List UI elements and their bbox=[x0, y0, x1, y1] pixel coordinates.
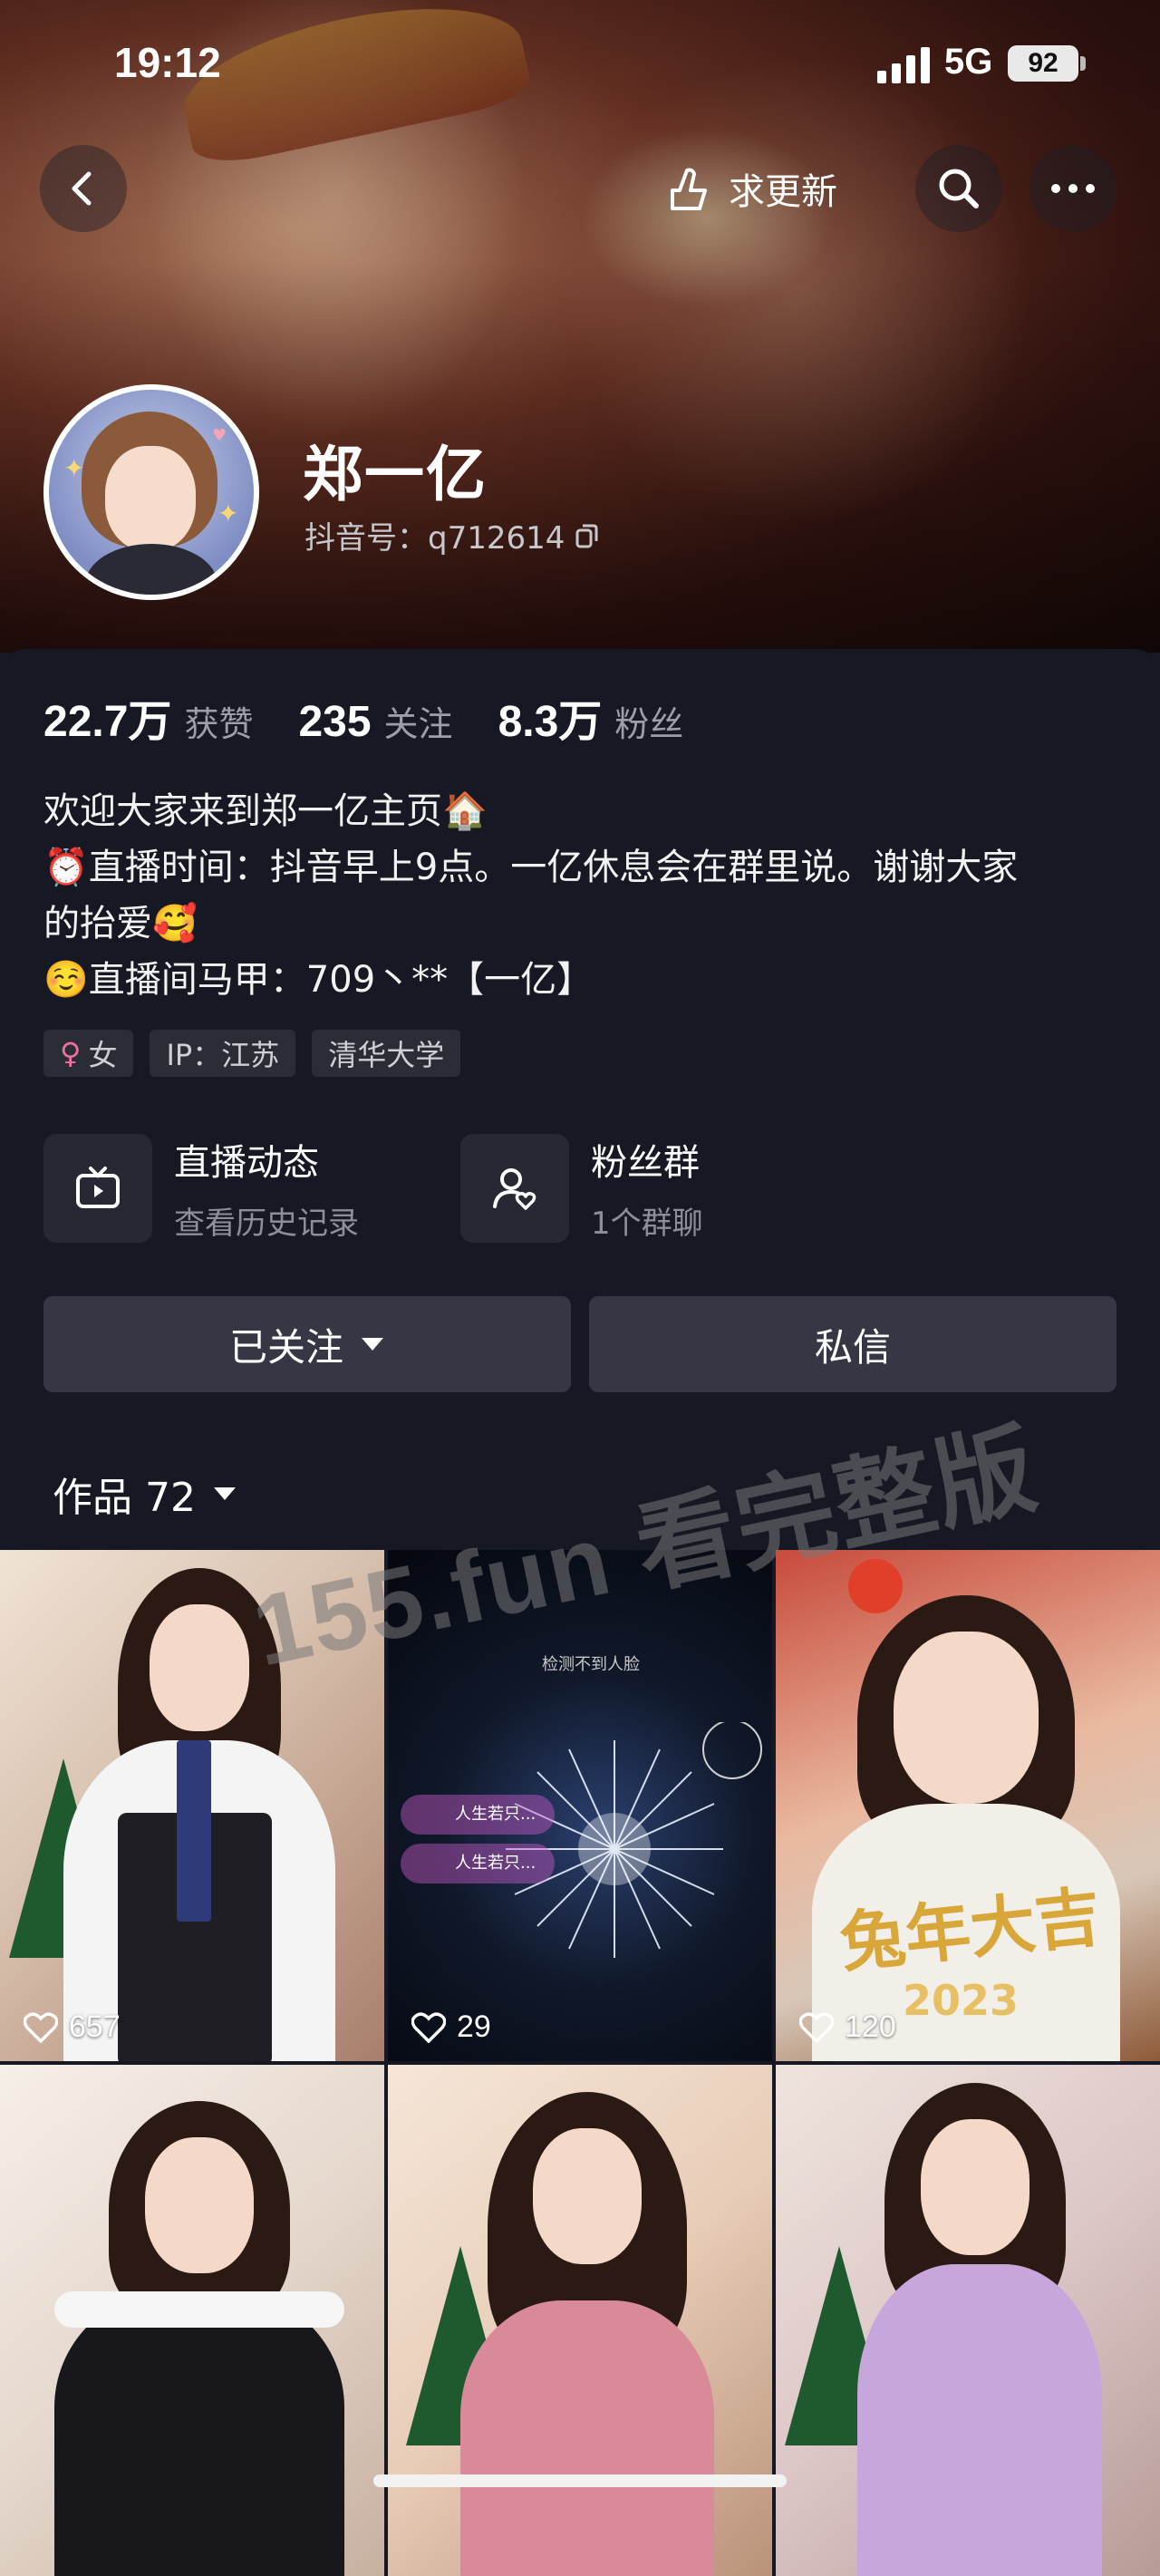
network-label: 5G bbox=[944, 42, 993, 82]
likes-label: 获赞 bbox=[184, 704, 254, 744]
douyin-id-label: 抖音号：q712614 bbox=[304, 520, 566, 557]
female-icon: ♀ bbox=[60, 1036, 82, 1070]
gender-tag: ♀ 女 bbox=[44, 1030, 134, 1077]
chevron-left-icon bbox=[72, 171, 92, 206]
hand-point-icon bbox=[671, 168, 707, 210]
school-tag[interactable]: 清华大学 bbox=[312, 1030, 461, 1077]
video-likes-count: 29 bbox=[457, 2009, 491, 2044]
video-likes: 657 bbox=[24, 2009, 121, 2045]
video-grid: 657 检测不到人脸 人生若只... 人生若只... 29 兔年大吉 2023 … bbox=[0, 1550, 1160, 2576]
comment-bubble: 人生若只... bbox=[401, 1795, 555, 1835]
bio-line: ⏰直播时间：抖音早上9点。一亿休息会在群里说。谢谢大家 bbox=[44, 847, 1019, 888]
ip-tag: IP：江苏 bbox=[150, 1030, 296, 1077]
video-likes: 120 bbox=[799, 2009, 896, 2045]
followers-count[interactable]: 8.3万 bbox=[498, 685, 603, 749]
comment-bubble: 人生若只... bbox=[401, 1844, 555, 1884]
status-time: 19:12 bbox=[114, 39, 221, 86]
gender-label: 女 bbox=[88, 1038, 118, 1072]
live-activity-subtitle: 查看历史记录 bbox=[174, 1206, 359, 1242]
more-button[interactable] bbox=[1030, 145, 1116, 232]
signal-icon bbox=[877, 47, 930, 83]
search-button[interactable] bbox=[915, 145, 1002, 232]
heart-icon bbox=[411, 2011, 446, 2043]
copy-icon[interactable] bbox=[575, 523, 599, 548]
request-update-button[interactable]: 求更新 bbox=[645, 156, 856, 221]
video-tile[interactable]: 兔年大吉 2023 120 bbox=[776, 1550, 1160, 2061]
video-likes-count: 120 bbox=[845, 2009, 896, 2044]
fan-group-title: 粉丝群 bbox=[591, 1142, 700, 1184]
more-dots-icon bbox=[1051, 184, 1095, 193]
group-heart-icon bbox=[460, 1133, 569, 1243]
profile-name: 郑一亿 bbox=[303, 440, 488, 509]
live-activity-entry[interactable]: 直播动态 查看历史记录 bbox=[44, 1133, 359, 1243]
fan-group-entry[interactable]: 粉丝群 1个群聊 bbox=[460, 1133, 703, 1243]
bio-line: 的抬爱🥰 bbox=[44, 903, 198, 944]
no-face-text: 检测不到人脸 bbox=[542, 1655, 640, 1674]
followers-label[interactable]: 粉丝 bbox=[614, 696, 683, 746]
bio-line: ☺️直播间马甲：709丶**【一亿】 bbox=[44, 959, 594, 1001]
profile-stats: 22.7万 获赞 235 关注 8.3万 粉丝 bbox=[44, 685, 729, 749]
battery-indicator: 92 bbox=[1008, 45, 1078, 82]
fan-group-subtitle: 1个群聊 bbox=[591, 1206, 703, 1242]
followed-label: 已关注 bbox=[228, 1324, 343, 1370]
following-count[interactable]: 235 bbox=[298, 697, 371, 747]
back-button[interactable] bbox=[40, 145, 127, 232]
caret-down-icon bbox=[362, 1338, 383, 1351]
profile-tags: ♀ 女 IP：江苏 清华大学 bbox=[44, 1030, 461, 1077]
tv-icon bbox=[44, 1133, 152, 1243]
video-likes: 29 bbox=[411, 2009, 491, 2045]
followed-button[interactable]: 已关注 bbox=[44, 1296, 571, 1392]
bio-line: 欢迎大家来到郑一亿主页🏠 bbox=[44, 790, 488, 832]
avatar[interactable]: ✦ ✦ ♥ bbox=[44, 384, 259, 600]
video-tile[interactable] bbox=[0, 2065, 384, 2576]
request-update-label: 求更新 bbox=[729, 171, 837, 213]
likes-count: 22.7万 bbox=[44, 698, 172, 746]
douyin-id[interactable]: 抖音号：q712614 bbox=[304, 513, 599, 557]
following-label[interactable]: 关注 bbox=[384, 696, 453, 746]
works-label: 作品 72 bbox=[53, 1475, 196, 1521]
live-activity-title: 直播动态 bbox=[174, 1142, 319, 1184]
video-likes-count: 657 bbox=[69, 2009, 121, 2044]
video-tile[interactable] bbox=[776, 2065, 1160, 2576]
heart-icon bbox=[24, 2011, 58, 2043]
battery-tip bbox=[1080, 56, 1086, 71]
heart-icon bbox=[799, 2011, 834, 2043]
message-button[interactable]: 私信 bbox=[589, 1296, 1116, 1392]
video-tile[interactable] bbox=[388, 2065, 772, 2576]
search-icon bbox=[939, 169, 979, 208]
works-tab[interactable]: 作品 72 bbox=[53, 1465, 237, 1523]
year-text: 2023 bbox=[903, 1976, 1020, 2025]
bio: 欢迎大家来到郑一亿主页🏠 ⏰直播时间：抖音早上9点。一亿休息会在群里说。谢谢大家… bbox=[44, 783, 1122, 1008]
home-indicator bbox=[373, 2474, 787, 2487]
caret-down-icon bbox=[213, 1487, 236, 1500]
